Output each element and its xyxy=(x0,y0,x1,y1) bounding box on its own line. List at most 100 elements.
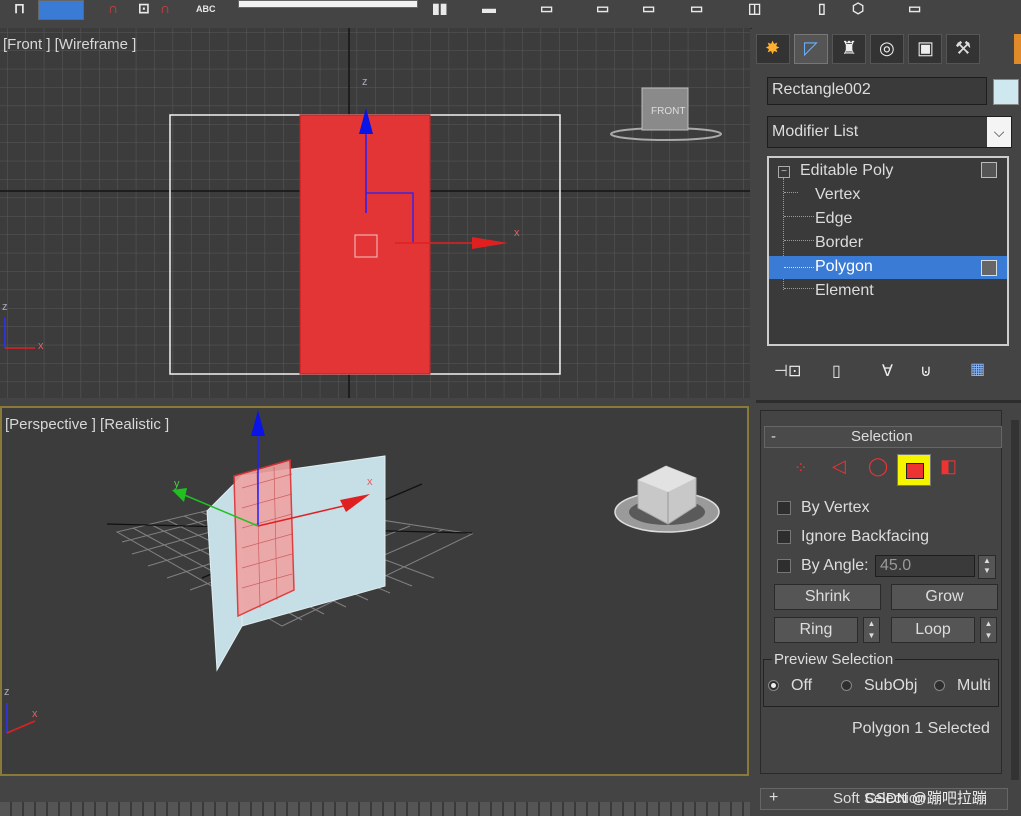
stack-element[interactable]: Element xyxy=(815,282,874,300)
mirror-icon[interactable]: ▮▮ xyxy=(432,0,447,17)
stack-border[interactable]: Border xyxy=(815,234,863,252)
layer-icon[interactable]: ▭ xyxy=(540,0,553,17)
front-viewport-label[interactable]: [Front ] [Wireframe ] xyxy=(3,36,136,53)
utilities-tab-icon[interactable]: ⚒ xyxy=(946,34,980,64)
ring-button[interactable]: Ring xyxy=(774,617,858,643)
selected-polygon xyxy=(299,114,431,375)
selected-polygon-persp xyxy=(233,459,295,618)
by-vertex-label: By Vertex xyxy=(801,499,870,516)
selection-title: Selection xyxy=(851,428,913,445)
stack-editable-poly[interactable]: Editable Poly xyxy=(800,162,893,180)
main-toolbar: ⊓ ∩ ⊡ ∩ ABC ▮▮ ▬ ▭ ▭ ▭ ▭ ◫ ▯ ⬡ ▭ xyxy=(0,0,1021,29)
viewcube-front-text[interactable]: FRONT xyxy=(651,106,685,117)
stack-polygon[interactable]: Polygon xyxy=(815,258,873,276)
corner-axis-x-label: x xyxy=(38,340,44,352)
motion-tab-icon[interactable]: ◎ xyxy=(870,34,904,64)
render-frame-icon[interactable]: ▯ xyxy=(818,0,826,17)
time-slider-strip[interactable] xyxy=(0,802,750,816)
loop-button[interactable]: Loop xyxy=(891,617,975,643)
configure-sets-icon[interactable]: ▦ xyxy=(970,359,985,379)
abc-icon[interactable]: ABC xyxy=(196,4,216,14)
persp-corner-x-label: x xyxy=(32,708,38,720)
hierarchy-tab-icon[interactable]: ♜ xyxy=(832,34,866,64)
element-mode-icon[interactable]: ◧ xyxy=(940,456,957,477)
border-mode-icon[interactable]: ◯ xyxy=(868,456,888,477)
snap-toggle-icon[interactable]: ⊓ xyxy=(14,0,25,17)
preview-subobj-label: SubObj xyxy=(864,677,918,694)
render-production-icon[interactable]: ▭ xyxy=(908,0,921,17)
by-vertex-checkbox[interactable] xyxy=(777,501,791,515)
panel-scrollbar[interactable] xyxy=(1011,420,1019,780)
panel-edge-marker xyxy=(1014,34,1021,64)
perspective-viewcube xyxy=(614,465,720,533)
gizmo-z-label: z xyxy=(362,76,368,88)
polygon-indicator-icon xyxy=(981,260,997,276)
object-name-field[interactable]: Rectangle002 xyxy=(767,77,987,105)
preview-subobj-radio[interactable] xyxy=(841,680,852,691)
remove-modifier-icon[interactable]: ⊍ xyxy=(920,361,932,381)
edge-mode-icon[interactable]: ◁ xyxy=(832,456,846,477)
ignore-backfacing-label: Ignore Backfacing xyxy=(801,528,930,545)
render-setup-icon[interactable]: ◫ xyxy=(748,0,761,17)
grow-button[interactable]: Grow xyxy=(891,584,998,610)
soft-selection-toggle[interactable]: + xyxy=(769,789,778,807)
schematic-icon[interactable]: ▭ xyxy=(642,0,655,17)
angle-value-field[interactable]: 45.0 xyxy=(875,555,975,577)
preview-off-label: Off xyxy=(791,677,813,694)
modifier-list-dropdown[interactable]: Modifier List ⌵ xyxy=(767,116,1012,148)
shrink-button[interactable]: Shrink xyxy=(774,584,881,610)
polygon-mode-button[interactable] xyxy=(897,454,931,486)
named-selection-field[interactable] xyxy=(238,0,418,8)
stack-edge[interactable]: Edge xyxy=(815,210,852,228)
collapse-icon[interactable]: − xyxy=(778,166,790,178)
angle-snap-button[interactable] xyxy=(38,0,84,20)
by-angle-checkbox[interactable] xyxy=(777,559,791,573)
preview-off-radio[interactable] xyxy=(768,680,779,691)
pin-stack-icon[interactable]: ⊣⊡ xyxy=(774,361,801,381)
modifier-list-label: Modifier List xyxy=(772,123,859,140)
magnet-icon[interactable]: ∩ xyxy=(160,0,170,16)
selection-status: Polygon 1 Selected xyxy=(852,720,990,737)
chevron-down-icon[interactable]: ⌵ xyxy=(987,117,1011,147)
display-tab-icon[interactable]: ▣ xyxy=(908,34,942,64)
angle-spinner[interactable]: ▲ ▼ xyxy=(978,555,996,579)
preview-multi-radio[interactable] xyxy=(934,680,945,691)
polygon-mode-icon xyxy=(906,463,924,479)
modifier-stack[interactable]: − Editable Poly Vertex Edge Border Polyg… xyxy=(767,156,1009,346)
ignore-backfacing-checkbox[interactable] xyxy=(777,530,791,544)
loop-spinner[interactable]: ▲ ▼ xyxy=(980,617,997,643)
curve-editor-icon[interactable]: ▭ xyxy=(596,0,609,17)
preview-multi-label: Multi xyxy=(957,677,991,694)
corner-axis-z-label: z xyxy=(2,301,8,313)
percent-snap-icon[interactable]: ∩ xyxy=(108,0,118,16)
perspective-scene xyxy=(6,410,720,734)
spinner-snap-icon[interactable]: ⊡ xyxy=(138,0,150,17)
perspective-viewport[interactable]: [Perspective ] [Realistic ] x y z x xyxy=(0,406,749,776)
object-color-swatch[interactable] xyxy=(993,79,1019,105)
show-end-result-icon[interactable]: ▯ xyxy=(832,361,841,381)
make-unique-icon[interactable]: ∀ xyxy=(882,361,893,381)
render-icon[interactable]: ⬡ xyxy=(852,0,864,17)
viewport-divider[interactable] xyxy=(0,398,750,406)
create-tab-icon[interactable]: ✸ xyxy=(756,34,790,64)
preview-selection-title: Preview Selection xyxy=(772,651,896,668)
persp-corner-z-label: z xyxy=(4,686,10,698)
front-viewport[interactable]: [Front ] [Wireframe ] FRONT z x z x xyxy=(0,28,750,398)
align-icon[interactable]: ▬ xyxy=(482,0,496,16)
vertex-mode-icon[interactable]: ⁘ xyxy=(794,458,807,478)
perspective-viewport-label[interactable]: [Perspective ] [Realistic ] xyxy=(5,416,169,433)
selection-rollout-header[interactable]: - Selection xyxy=(764,426,1002,448)
persp-gizmo-y xyxy=(172,488,187,502)
command-panel: ✸ ◸ ♜ ◎ ▣ ⚒ Rectangle002 Modifier List ⌵… xyxy=(752,28,1021,816)
rollout-toggle[interactable]: - xyxy=(771,428,776,445)
persp-gizmo-z xyxy=(251,410,265,436)
gizmo-x-label: x xyxy=(514,227,520,239)
ring-spinner[interactable]: ▲ ▼ xyxy=(863,617,880,643)
persp-gizmo-y-label: y xyxy=(174,478,180,490)
stack-vertex[interactable]: Vertex xyxy=(815,186,860,204)
persp-gizmo-x-label: x xyxy=(367,476,373,488)
material-editor-icon[interactable]: ▭ xyxy=(690,0,703,17)
modify-tab-icon[interactable]: ◸ xyxy=(794,34,828,64)
watermark-text: CSDN @蹦吧拉蹦 xyxy=(865,790,987,807)
stack-visibility-icon[interactable] xyxy=(981,162,997,178)
